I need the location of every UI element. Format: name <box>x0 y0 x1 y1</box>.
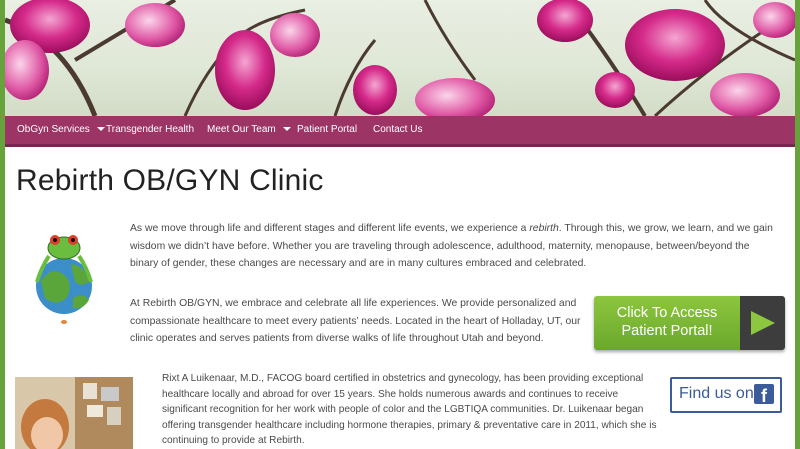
chevron-down-icon <box>282 127 291 132</box>
facebook-icon: f <box>754 384 774 404</box>
nav-item-obgyn-services[interactable]: ObGyn Services <box>17 116 105 144</box>
main-navigation: ObGyn Services Transgender Health Meet O… <box>5 116 795 147</box>
nav-item-transgender-health[interactable]: Transgender Health <box>106 116 194 144</box>
nav-item-label: Meet Our Team <box>207 124 276 135</box>
intro-text: As we move through life and different st… <box>130 223 530 234</box>
nav-item-label: Contact Us <box>373 124 423 135</box>
chevron-down-icon <box>96 127 105 132</box>
nav-item-label: ObGyn Services <box>17 124 90 135</box>
header-banner-image <box>5 0 795 116</box>
page-title: Rebirth OB/GYN Clinic <box>16 164 324 197</box>
play-arrow-icon <box>751 311 775 335</box>
portal-button-label: Click To Access Patient Portal! <box>594 304 740 340</box>
intro-paragraph-rebirth: As we move through life and different st… <box>130 220 780 273</box>
doctor-portrait-image <box>15 377 133 449</box>
page-container: ObGyn Services Transgender Health Meet O… <box>5 0 795 449</box>
nav-item-label: Transgender Health <box>106 124 195 135</box>
portal-button-line1: Click To Access <box>616 305 718 321</box>
nav-item-label: Patient Portal <box>297 124 358 135</box>
nav-item-meet-our-team[interactable]: Meet Our Team <box>207 116 291 144</box>
facebook-button[interactable]: Find us on f <box>670 377 782 413</box>
nav-item-contact-us[interactable]: Contact Us <box>373 116 422 144</box>
rebirth-emphasis: rebirth <box>529 223 559 234</box>
doctor-bio: Rixt A Luikenaar, M.D., FACOG board cert… <box>162 373 657 446</box>
facebook-button-label: Find us on <box>679 385 754 402</box>
portal-button-line2: Patient Portal! <box>621 323 713 339</box>
clinic-logo <box>23 226 105 326</box>
frog-on-globe-logo <box>35 235 93 324</box>
nav-item-patient-portal[interactable]: Patient Portal <box>297 116 357 144</box>
doctor-photo <box>15 377 133 449</box>
magnolia-illustration <box>5 0 795 116</box>
intro-paragraph-clinic: At Rebirth OB/GYN, we embrace and celebr… <box>130 298 581 344</box>
patient-portal-button[interactable]: Click To Access Patient Portal! <box>594 296 785 350</box>
